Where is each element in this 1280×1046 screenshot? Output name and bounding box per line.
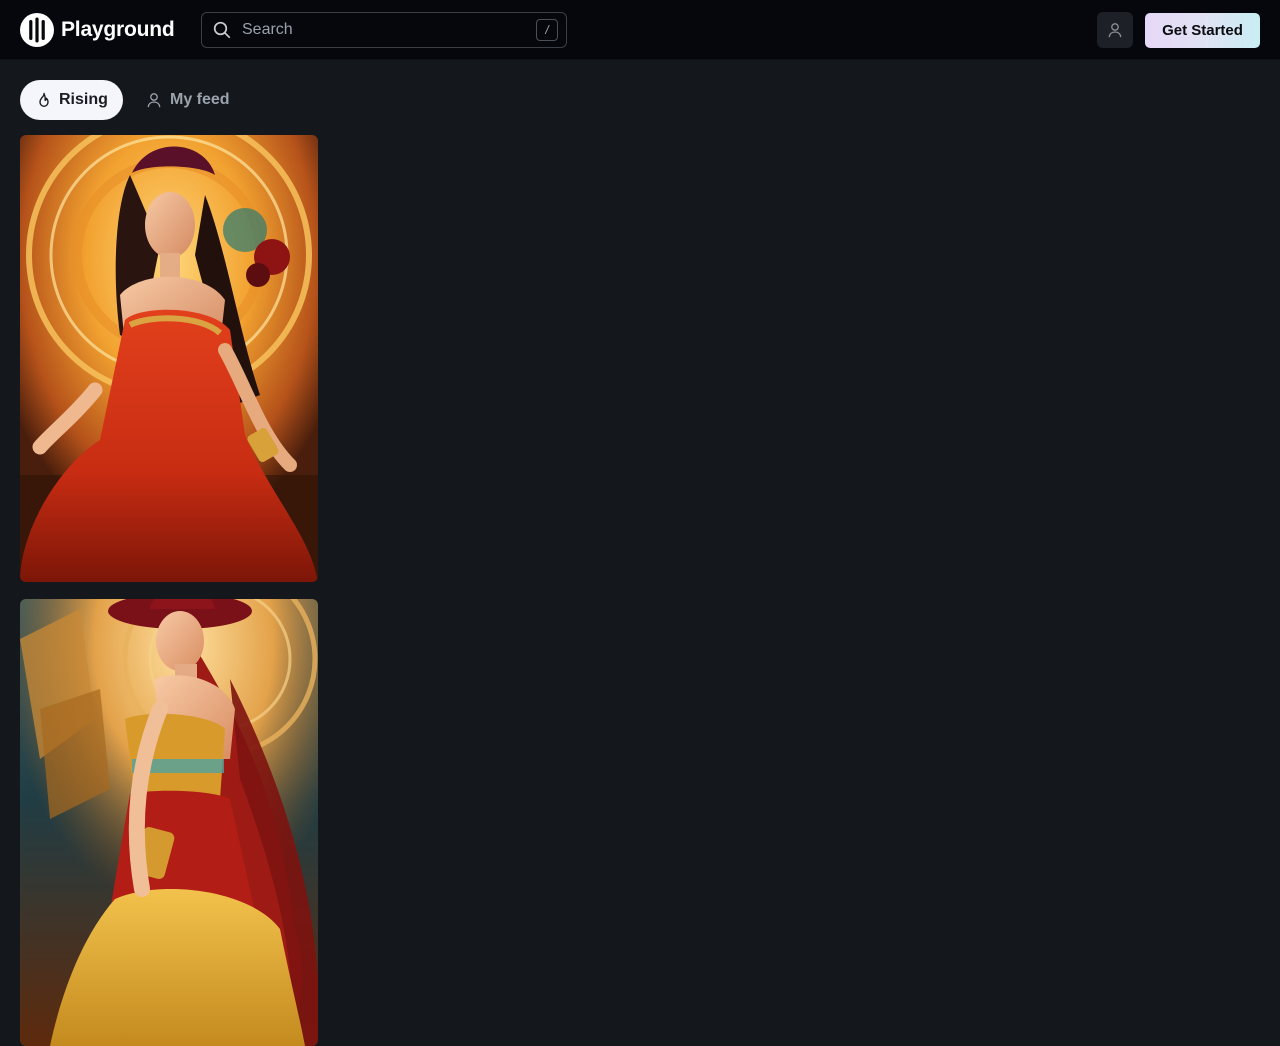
tab-my-feed[interactable]: My feed [129,80,247,120]
feed-tabs: Rising My feed [20,80,247,120]
brand-name: Playground [61,18,175,41]
user-icon [147,93,161,108]
top-bar: Playground / Get Started [0,0,1280,60]
image-feed [20,135,318,1046]
playground-logo-icon [20,13,54,47]
search-icon [213,21,231,39]
search-box[interactable]: / [201,12,567,48]
search-shortcut-hint: / [536,19,558,41]
tab-rising-label: Rising [59,91,108,108]
search-input[interactable] [231,13,536,47]
user-icon [1108,23,1122,38]
user-account-button[interactable] [1097,12,1133,48]
feed-image-card[interactable] [20,135,318,582]
tab-my-feed-label: My feed [170,91,230,108]
tab-rising[interactable]: Rising [20,80,123,120]
get-started-button[interactable]: Get Started [1145,13,1260,48]
feed-image-card[interactable] [20,599,318,1046]
generated-image [20,599,318,1046]
flame-icon [39,92,49,107]
generated-image [20,135,318,582]
brand-home-link[interactable]: Playground [20,13,175,47]
